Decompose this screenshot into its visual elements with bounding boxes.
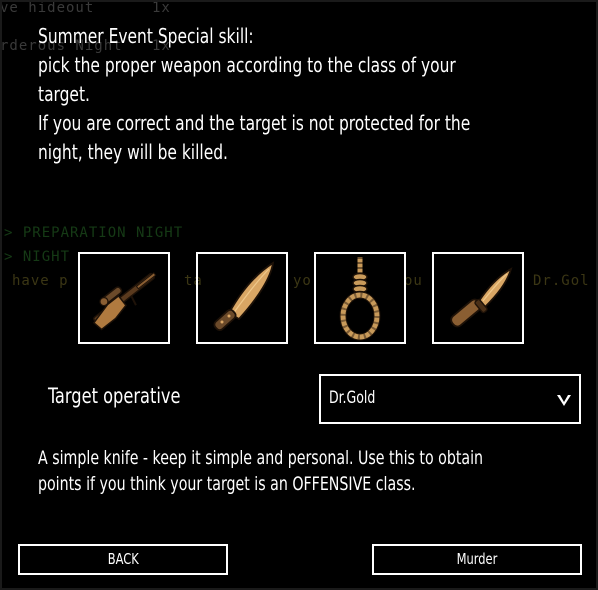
rifle-icon [92, 272, 157, 331]
weapon-machete[interactable] [196, 252, 288, 344]
target-operative-value: Dr.Gold [329, 388, 376, 408]
weapon-picker [78, 252, 524, 344]
target-operative-label: Target operative [48, 384, 181, 408]
murder-button-label: Murder [456, 550, 498, 568]
skill-description: Summer Event Special skill: pick the pro… [38, 24, 471, 164]
special-skill-dialog: Summer Event Special skill: pick the pro… [0, 0, 598, 590]
knife-icon [450, 267, 513, 328]
weapon-description: A simple knife - keep it simple and pers… [38, 447, 484, 495]
murder-button[interactable]: Murder [372, 544, 582, 575]
weapon-sniper-rifle[interactable] [78, 252, 170, 344]
weapon-knife[interactable] [432, 252, 524, 344]
noose-icon [339, 257, 381, 341]
target-operative-select[interactable]: Dr.Gold [319, 374, 581, 424]
machete-icon [213, 261, 275, 331]
back-button-label: BACK [107, 550, 139, 568]
chevron-down-icon [557, 395, 571, 406]
back-button[interactable]: BACK [18, 544, 228, 575]
weapon-noose[interactable] [314, 252, 406, 344]
